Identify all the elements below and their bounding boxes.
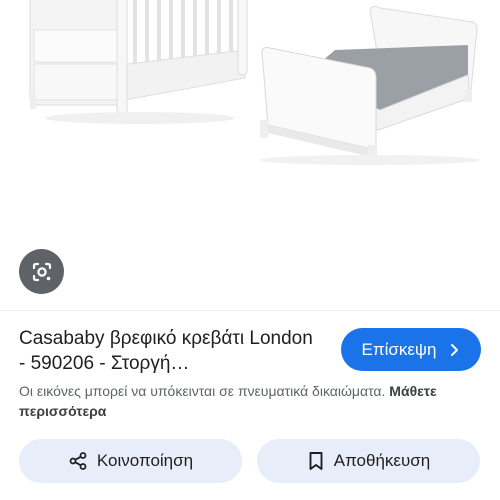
google-lens-icon <box>32 262 51 281</box>
copyright-notice: Οι εικόνες μπορεί να υπόκεινται σε πνευμ… <box>19 381 489 421</box>
bookmark-icon <box>309 452 323 470</box>
share-button-label: Κοινοποίηση <box>96 451 194 470</box>
divider <box>0 310 500 311</box>
share-icon <box>69 452 87 470</box>
product-image <box>29 0 480 165</box>
lens-button[interactable] <box>19 249 64 294</box>
visit-button-label: Επίσκεψη <box>361 339 437 359</box>
result-title[interactable]: Casababy βρεφικό κρεβάτι London - 590206… <box>19 326 319 376</box>
save-button-label: Αποθήκευση <box>333 451 431 470</box>
visit-button[interactable]: Επίσκεψη <box>341 328 481 371</box>
save-button[interactable]: Αποθήκευση <box>257 439 480 483</box>
chevron-right-icon <box>450 343 458 356</box>
crib-illustration <box>29 0 248 124</box>
product-image-area[interactable] <box>0 0 500 310</box>
toddler-bed-illustration <box>260 5 480 165</box>
notice-text: Οι εικόνες μπορεί να υπόκεινται σε πνευμ… <box>19 383 386 399</box>
share-button[interactable]: Κοινοποίηση <box>19 439 242 483</box>
